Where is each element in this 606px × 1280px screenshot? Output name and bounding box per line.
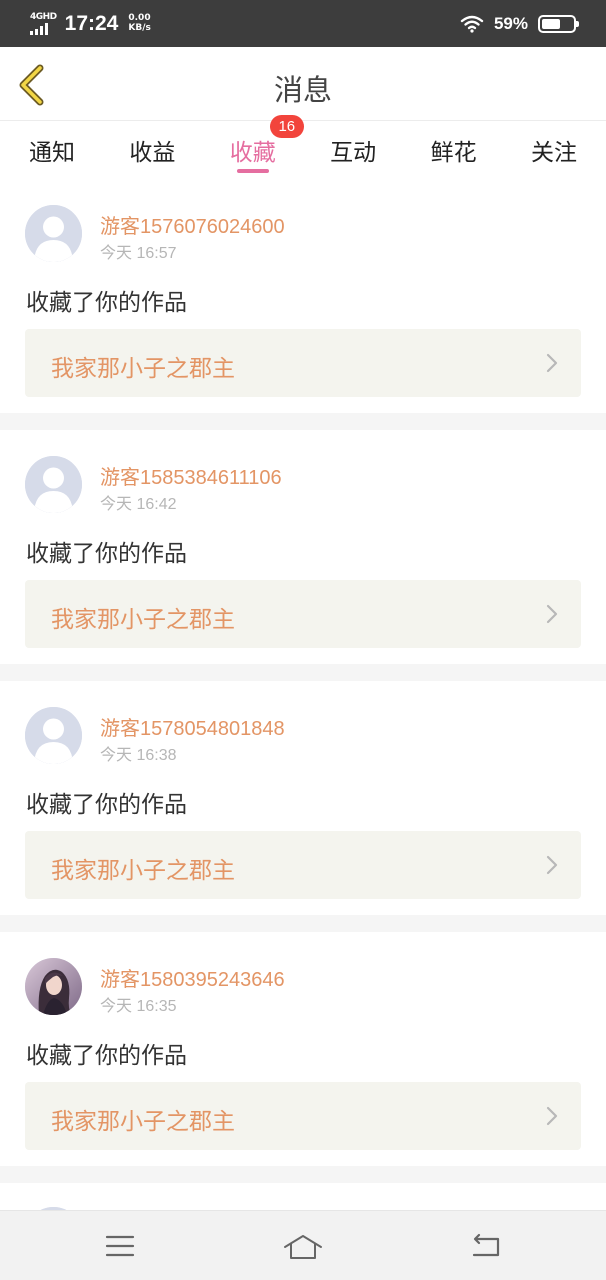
default-avatar-icon[interactable] — [25, 456, 82, 513]
message-time: 今天 16:38 — [100, 747, 177, 764]
wifi-icon — [460, 15, 484, 33]
menu-icon[interactable] — [100, 1226, 140, 1266]
network-indicator: 4GHD — [30, 11, 57, 35]
chevron-right-icon — [546, 604, 558, 624]
unread-badge: 16 — [269, 115, 304, 138]
network-speed-unit: KB/s — [128, 22, 151, 33]
divider — [0, 664, 606, 681]
tab-label: 互动 — [330, 140, 377, 166]
message-text: 收藏了你的作品 — [26, 792, 187, 818]
tab-label: 收益 — [129, 140, 176, 166]
tab-notification[interactable]: 通知 — [2, 121, 102, 179]
work-title: 我家那小子之郡主 — [51, 858, 235, 884]
clock: 17:24 — [64, 11, 119, 35]
list-item: 游客1578054801848 今天 16:38 收藏了你的作品 我家那小子之郡… — [0, 681, 606, 915]
message-text: 收藏了你的作品 — [26, 290, 187, 316]
status-bar: 4GHD 17:24 0.00 KB/s 59% — [0, 0, 606, 47]
back-arrow-icon[interactable] — [466, 1226, 506, 1266]
work-title: 我家那小子之郡主 — [51, 356, 235, 382]
tab-label: 收藏 — [229, 140, 276, 166]
photo-avatar-icon[interactable] — [25, 958, 82, 1015]
tab-label: 鲜花 — [430, 140, 477, 166]
tab-flowers[interactable]: 鲜花 — [404, 121, 504, 179]
signal-icon — [30, 22, 48, 35]
header: 消息 — [0, 47, 606, 121]
network-speed: 0.00 KB/s — [128, 13, 151, 33]
message-time: 今天 16:35 — [100, 998, 177, 1015]
tab-bar: 通知 收益 收藏 16 互动 鲜花 关注 — [0, 115, 606, 179]
network-type: 4GHD — [30, 11, 57, 22]
home-icon[interactable] — [283, 1226, 323, 1266]
user-name[interactable]: 游客1580395243646 — [100, 963, 285, 992]
tab-label: 关注 — [530, 140, 577, 166]
divider — [0, 915, 606, 932]
work-card[interactable]: 我家那小子之郡主 — [25, 1082, 581, 1150]
divider — [0, 413, 606, 430]
battery-percent: 59% — [493, 13, 528, 33]
work-title: 我家那小子之郡主 — [51, 1109, 235, 1135]
active-tab-indicator — [236, 169, 269, 173]
message-time: 今天 16:42 — [100, 496, 177, 513]
list-item: 游客1580395243646 今天 16:35 收藏了你的作品 我家那小子之郡… — [0, 932, 606, 1166]
user-name[interactable]: 游客1576076024600 — [100, 210, 285, 239]
default-avatar-icon[interactable] — [25, 707, 82, 764]
work-card[interactable]: 我家那小子之郡主 — [25, 580, 581, 648]
system-nav-bar — [0, 1210, 606, 1280]
battery-fill — [542, 18, 560, 29]
tab-follow[interactable]: 关注 — [504, 121, 604, 179]
chevron-right-icon — [546, 855, 558, 875]
page-title: 消息 — [273, 73, 332, 107]
list-item-partial — [0, 1183, 606, 1210]
chevron-right-icon — [546, 353, 558, 373]
tab-favorites[interactable]: 收藏 16 — [203, 115, 304, 179]
user-name[interactable]: 游客1578054801848 — [100, 712, 285, 741]
user-name[interactable]: 游客1585384611106 — [100, 461, 282, 490]
work-card[interactable]: 我家那小子之郡主 — [25, 831, 581, 899]
default-avatar-icon[interactable] — [25, 205, 82, 262]
list-item: 游客1585384611106 今天 16:42 收藏了你的作品 我家那小子之郡… — [0, 430, 606, 664]
message-text: 收藏了你的作品 — [26, 1043, 187, 1069]
message-text: 收藏了你的作品 — [26, 541, 187, 567]
chevron-right-icon — [546, 1106, 558, 1126]
tab-interaction[interactable]: 互动 — [303, 121, 403, 179]
battery-icon — [538, 14, 579, 33]
tab-label: 通知 — [29, 140, 75, 166]
tab-earnings[interactable]: 收益 — [102, 121, 202, 179]
work-card[interactable]: 我家那小子之郡主 — [25, 329, 581, 397]
divider — [0, 1166, 606, 1183]
message-time: 今天 16:57 — [100, 245, 177, 262]
list-item: 游客1576076024600 今天 16:57 收藏了你的作品 我家那小子之郡… — [0, 179, 606, 413]
work-title: 我家那小子之郡主 — [51, 607, 235, 633]
message-list: 游客1576076024600 今天 16:57 收藏了你的作品 我家那小子之郡… — [0, 179, 606, 1183]
